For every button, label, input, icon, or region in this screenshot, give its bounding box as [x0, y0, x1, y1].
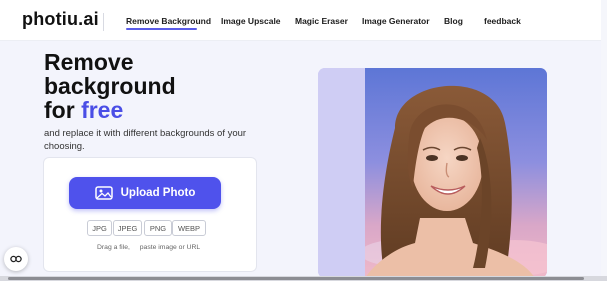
image-icon — [94, 186, 113, 200]
format-badge-png: PNG — [144, 220, 172, 236]
hero-title-line-3: for free — [44, 98, 176, 122]
nav-active-indicator — [126, 28, 197, 30]
hero-title-line-2: background — [44, 73, 176, 99]
hint-paste-url[interactable]: paste image or URL — [140, 244, 200, 251]
format-badge-jpg: JPG — [87, 220, 112, 236]
sample-photo — [318, 68, 547, 278]
format-badge-jpeg: JPEG — [113, 220, 142, 236]
nav-image-upscale[interactable]: Image Upscale — [221, 16, 281, 26]
hero-title-highlight: free — [81, 97, 124, 123]
nav-magic-eraser[interactable]: Magic Eraser — [295, 16, 348, 26]
portrait-image — [365, 68, 547, 278]
hero-title: Remove background for free — [44, 50, 176, 122]
photo-transparent-area — [318, 68, 365, 278]
page-edge — [601, 0, 607, 276]
hero-title-prefix: for — [44, 97, 75, 123]
logo-divider — [103, 13, 104, 31]
hero-subtitle: and replace it with different background… — [44, 128, 247, 152]
chat-icon — [10, 255, 22, 263]
upload-photo-label: Upload Photo — [120, 187, 196, 199]
nav-remove-background[interactable]: Remove Background — [126, 16, 211, 26]
hero-title-line-1: Remove — [44, 49, 134, 75]
upload-photo-button[interactable]: Upload Photo — [69, 177, 221, 209]
nav-image-generator[interactable]: Image Generator — [362, 16, 430, 26]
format-badge-webp: WEBP — [172, 220, 206, 236]
nav-feedback[interactable]: feedback — [484, 16, 521, 26]
upload-hint: Drag a file, paste image or URL — [97, 244, 200, 251]
chat-button[interactable] — [4, 247, 28, 271]
top-navigation-bar: photiu.ai Remove Background Image Upscal… — [0, 0, 607, 41]
upload-card[interactable] — [43, 157, 257, 272]
site-logo[interactable]: photiu.ai — [22, 9, 99, 30]
hint-drag-file: Drag a file, — [97, 244, 130, 251]
nav-blog[interactable]: Blog — [444, 16, 463, 26]
scrollbar-thumb[interactable] — [8, 277, 584, 280]
